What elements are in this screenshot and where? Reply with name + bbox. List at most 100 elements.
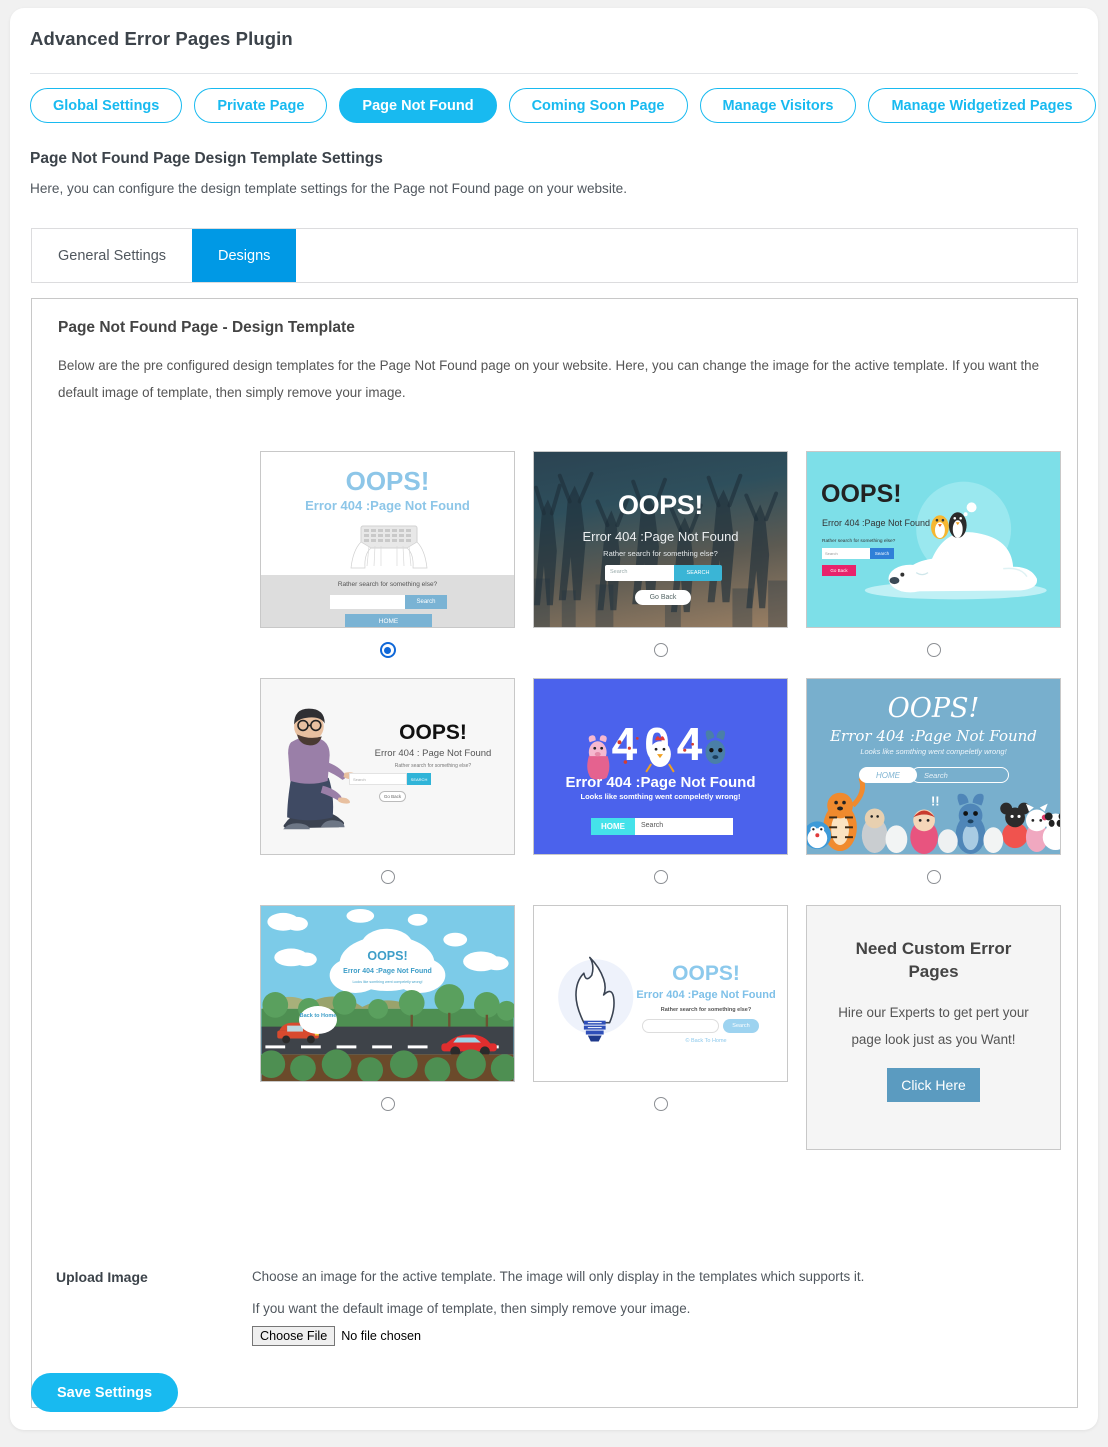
template-8-radio[interactable] [653, 1097, 668, 1111]
template-cell-5: 404 [533, 678, 788, 899]
promo-text: Hire our Experts to get pert your page l… [838, 1004, 1029, 1047]
thumb4-search-row: Search SEARCH [349, 773, 431, 785]
title-divider [30, 73, 1078, 74]
tab-global-settings[interactable]: Global Settings [30, 88, 183, 123]
file-input-row: Choose File No file chosen [252, 1326, 421, 1346]
template-7-radio-wrap [260, 1082, 515, 1126]
stitch-blue-character [955, 793, 986, 854]
subtab-general-settings[interactable]: General Settings [32, 229, 192, 282]
promo-cell: Need Custom Error Pages Hire our Experts… [806, 905, 1061, 1150]
thumb8-search-button[interactable]: Search [723, 1019, 759, 1033]
template-cell-6: !! OOPS! Error 404 :Page Not Found Looks… [806, 678, 1061, 899]
template-5-radio[interactable] [653, 870, 668, 884]
thumb1-search-input[interactable] [330, 595, 405, 609]
thumb8-back-to-home-link[interactable]: © Back To Home [626, 1038, 786, 1044]
road-landscape-illustration [261, 906, 514, 1081]
template-4-radio-wrap [260, 855, 515, 899]
thumb2-oops-text: OOPS! [617, 490, 703, 520]
panda-character [1042, 812, 1060, 851]
template-thumbnail-4[interactable]: OOPS! Error 404 : Page Not Found Rather … [260, 678, 515, 855]
template-6-radio[interactable] [926, 870, 941, 884]
upload-description-line-1: Choose an image for the active template.… [252, 1269, 865, 1284]
custom-error-pages-promo: Need Custom Error Pages Hire our Experts… [806, 905, 1061, 1150]
thumb1-search-button[interactable]: Search [405, 595, 447, 609]
template-1-radio-wrap [260, 628, 515, 672]
penguin-yellow [931, 515, 949, 540]
thumb2-prompt-text: Rather search for something else? [603, 549, 718, 558]
save-settings-button[interactable]: Save Settings [31, 1373, 179, 1412]
choose-file-button[interactable]: Choose File [252, 1326, 336, 1346]
chicken-character [645, 736, 675, 773]
thumb5-search-input[interactable]: Search [635, 818, 733, 835]
promo-title: Need Custom Error Pages [855, 939, 1012, 981]
upload-image-label: Upload Image [56, 1269, 148, 1285]
thumb6-oops-text: OOPS! [887, 693, 980, 724]
template-cell-7: OOPS! Error 404 :Page Not Found Looks li… [260, 905, 515, 1150]
thumb8-search-row: Search [642, 1019, 759, 1033]
file-chosen-status: No file chosen [341, 1329, 422, 1343]
primary-tab-bar: Global Settings Private Page Page Not Fo… [30, 88, 1096, 123]
thumb4-error-text: Error 404 : Page Not Found [374, 748, 492, 759]
thumb8-error-text: Error 404 :Page Not Found [636, 989, 776, 1001]
thumb4-search-button[interactable]: SEARCH [407, 773, 431, 785]
template-cell-1: OOPS! Error 404 :Page Not Found Rather s… [260, 451, 515, 672]
template-3-radio[interactable] [926, 643, 941, 657]
template-thumbnail-6[interactable]: !! OOPS! Error 404 :Page Not Found Looks… [806, 678, 1061, 855]
section-heading: Page Not Found Page Design Template Sett… [30, 150, 383, 167]
thumb1-prompt-text: Rather search for something else? [337, 581, 438, 588]
thumb2-error-text: Error 404 :Page Not Found [582, 529, 739, 544]
thumb2-search-input[interactable]: Search [605, 565, 674, 581]
section-subheading: Here, you can configure the design templ… [30, 181, 627, 196]
template-thumbnail-2[interactable]: OOPS! Error 404 :Page Not Found Rather s… [533, 451, 788, 628]
thumb6-error-text: Error 404 :Page Not Found [830, 727, 1037, 745]
thumb6-search-input[interactable]: Search [911, 767, 1009, 783]
template-7-radio[interactable] [380, 1097, 395, 1111]
template-thumbnail-5[interactable]: 404 [533, 678, 788, 855]
thumb1-home-button[interactable]: HOME [345, 614, 432, 627]
thumb4-go-back-button[interactable]: Go Back [379, 791, 406, 802]
template-1-radio[interactable] [380, 643, 395, 657]
thumb7-prompt-text: Looks like somthing went compeletly wron… [352, 980, 423, 984]
template-cell-3: OOPS! Error 404 :Page Not Found Rather s… [806, 451, 1061, 672]
thumb3-search-button[interactable]: Search [870, 548, 894, 559]
thumb3-oops-text: OOPS! [821, 480, 902, 508]
thumb8-search-input[interactable] [642, 1019, 719, 1033]
thumb2-search-row: Search SEARCH [605, 565, 722, 581]
subtab-designs[interactable]: Designs [192, 229, 297, 282]
tab-private-page[interactable]: Private Page [194, 88, 328, 123]
thumb2-go-back-button[interactable]: Go Back [635, 590, 691, 605]
thumb7-error-text: Error 404 :Page Not Found [343, 968, 432, 975]
thumb6-home-button[interactable]: HOME [859, 767, 917, 783]
designs-panel: Page Not Found Page - Design Template Be… [31, 298, 1078, 1408]
tab-manage-widgetized-pages[interactable]: Manage Widgetized Pages [868, 88, 1096, 123]
template-thumbnail-1[interactable]: OOPS! Error 404 :Page Not Found Rather s… [260, 451, 515, 628]
thumb1-oops-text: OOPS! [345, 466, 430, 496]
thumb2-search-button[interactable]: SEARCH [674, 565, 722, 581]
template-4-radio[interactable] [380, 870, 395, 884]
template-thumbnail-8[interactable]: OOPS! Error 404 :Page Not Found Rather s… [533, 905, 788, 1082]
template-3-radio-wrap [806, 628, 1061, 672]
thumb4-search-input[interactable]: Search [349, 773, 407, 785]
template-grid: OOPS! Error 404 :Page Not Found Rather s… [260, 451, 1061, 1156]
template-5-radio-wrap [533, 855, 788, 899]
thumb6-prompt-text: Looks like somthing went compeletly wron… [860, 747, 1007, 756]
tab-page-not-found[interactable]: Page Not Found [339, 88, 497, 123]
thumb7-back-home-button[interactable]: Back to Home [299, 1006, 337, 1034]
template-cell-2: OOPS! Error 404 :Page Not Found Rather s… [533, 451, 788, 672]
page-title: Advanced Error Pages Plugin [30, 28, 293, 49]
thumb1-bottom-bar: Rather search for something else? Search… [261, 575, 514, 627]
exclamation-marks: !! [931, 794, 940, 809]
tab-coming-soon-page[interactable]: Coming Soon Page [508, 88, 688, 123]
thumb8-prompt-text: Rather search for something else? [660, 1007, 752, 1013]
stitch-character [705, 730, 726, 765]
template-2-radio[interactable] [653, 643, 668, 657]
thumb3-search-input[interactable]: Search [822, 548, 870, 559]
tab-manage-visitors[interactable]: Manage Visitors [699, 88, 857, 123]
template-thumbnail-3[interactable]: OOPS! Error 404 :Page Not Found Rather s… [806, 451, 1061, 628]
thumb3-go-back-button[interactable]: Go Back [822, 565, 856, 576]
panel-title: Page Not Found Page - Design Template [58, 319, 355, 336]
template-row-1: OOPS! Error 404 :Page Not Found Rather s… [260, 451, 1061, 672]
template-thumbnail-7[interactable]: OOPS! Error 404 :Page Not Found Looks li… [260, 905, 515, 1082]
thumb5-home-button[interactable]: HOME [591, 818, 635, 835]
promo-click-here-button[interactable]: Click Here [887, 1067, 980, 1102]
